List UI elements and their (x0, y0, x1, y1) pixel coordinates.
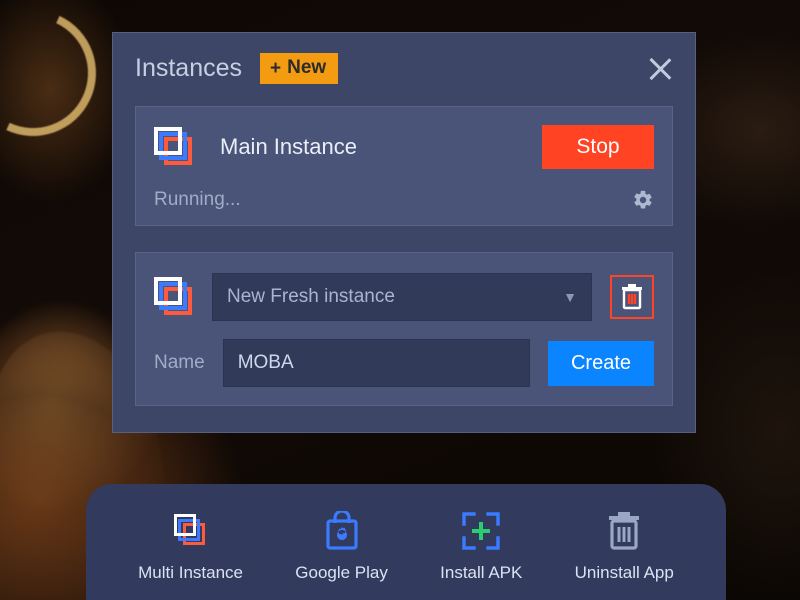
main-instance-card: Main Instance Stop Running... (135, 106, 673, 226)
create-button[interactable]: Create (548, 341, 654, 386)
instance-type-select[interactable]: New Fresh instance ▼ (212, 273, 592, 321)
chevron-down-icon: ▼ (563, 289, 577, 305)
gear-icon (632, 189, 654, 211)
settings-button[interactable] (632, 189, 654, 211)
new-instance-button-label: New (287, 57, 326, 79)
main-instance-status-row: Running... (154, 189, 654, 211)
status-text: Running... (154, 189, 241, 211)
instances-panel: Instances + New Main Instance Stop Runni… (112, 32, 696, 433)
multi-instance-icon (154, 127, 194, 167)
shopping-bag-icon (323, 511, 361, 551)
dock-uninstall-app[interactable]: Uninstall App (575, 509, 674, 583)
trash-icon (620, 284, 644, 310)
install-apk-icon (461, 511, 501, 551)
stop-button[interactable]: Stop (542, 125, 654, 169)
close-icon[interactable] (647, 56, 673, 82)
panel-header: Instances + New (135, 53, 673, 84)
dock-google-play[interactable]: Google Play (295, 509, 388, 583)
plus-icon: + (270, 59, 281, 78)
dock-label: Google Play (295, 563, 388, 583)
delete-button[interactable] (610, 275, 654, 319)
instance-name: Main Instance (220, 134, 357, 160)
trash-icon (607, 511, 641, 551)
bottom-dock: Multi Instance Google Play Install APK (86, 484, 726, 600)
name-input[interactable]: MOBA (223, 339, 530, 387)
instance-type-value: New Fresh instance (227, 286, 395, 308)
name-label: Name (154, 352, 205, 374)
panel-title: Instances (135, 54, 242, 83)
multi-instance-icon (154, 277, 194, 317)
dock-multi-instance[interactable]: Multi Instance (138, 509, 243, 583)
main-instance-row: Main Instance Stop (154, 125, 654, 169)
multi-instance-icon (174, 514, 208, 548)
dock-label: Install APK (440, 563, 522, 583)
new-instance-button[interactable]: + New (260, 53, 338, 84)
new-instance-row-2: Name MOBA Create (154, 339, 654, 387)
dock-label: Uninstall App (575, 563, 674, 583)
new-instance-row-1: New Fresh instance ▼ (154, 273, 654, 321)
dock-install-apk[interactable]: Install APK (440, 509, 522, 583)
dock-label: Multi Instance (138, 563, 243, 583)
new-instance-card: New Fresh instance ▼ Name MOBA Create (135, 252, 673, 406)
